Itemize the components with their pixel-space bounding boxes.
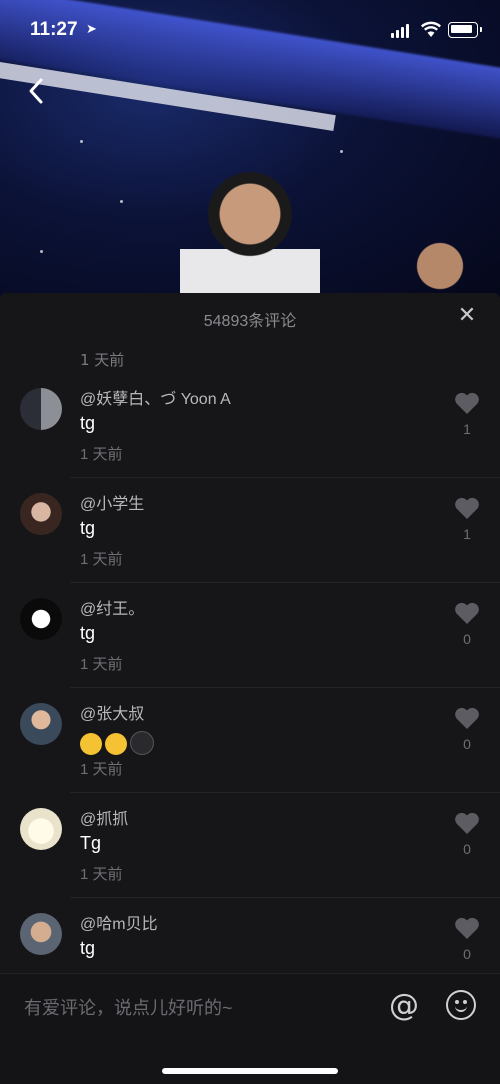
like-count: 1 <box>463 421 471 437</box>
location-arrow-icon: ➤ <box>86 22 97 37</box>
at-mention-icon[interactable]: @ <box>389 989 419 1023</box>
comment-text: Tg <box>80 833 102 853</box>
comment-item[interactable]: @小学生 tg 1 天前 1 <box>20 477 500 582</box>
comment-username[interactable]: @小学生 <box>80 490 144 514</box>
comment-item[interactable]: @张大叔 1 天前 0 <box>20 687 500 792</box>
star <box>340 150 343 153</box>
avatar[interactable] <box>20 598 62 640</box>
comment-input[interactable]: 有爱评论，说点儿好听的~ <box>24 994 233 1020</box>
comment-list: @妖孽白、づ Yoon A tg 1 天前 1 @小学生 tg 1 天前 1 @… <box>0 373 500 1002</box>
comment-username[interactable]: @抓抓 <box>80 805 128 829</box>
comment-text: tg <box>80 623 96 643</box>
star <box>80 140 83 143</box>
like-count: 0 <box>463 841 471 857</box>
back-chevron-icon[interactable] <box>24 76 48 106</box>
crying-emoji-icon <box>105 733 127 755</box>
comment-item[interactable]: @纣王。 tg 1 天前 0 <box>20 582 500 687</box>
battery-icon <box>448 22 482 38</box>
comment-time: 1 天前 <box>80 446 123 463</box>
heart-icon[interactable] <box>454 916 480 940</box>
cellular-signal-icon <box>391 24 409 38</box>
comment-time: 1 天前 <box>80 656 123 673</box>
wifi-icon <box>420 21 442 37</box>
previous-comment-time: 1 天前 <box>80 351 125 369</box>
star <box>120 200 123 203</box>
comment-text: tg <box>80 413 96 433</box>
star <box>40 250 43 253</box>
home-indicator[interactable] <box>162 1068 338 1074</box>
avatar[interactable] <box>20 493 62 535</box>
like-count: 0 <box>463 631 471 647</box>
heart-icon[interactable] <box>454 601 480 625</box>
avatar[interactable] <box>20 388 62 430</box>
heart-icon[interactable] <box>454 391 480 415</box>
like-count: 0 <box>463 946 471 962</box>
comment-item[interactable]: @妖孽白、づ Yoon A tg 1 天前 1 <box>20 373 500 477</box>
background-person-image <box>405 230 475 300</box>
avatar[interactable] <box>20 703 62 745</box>
comment-input-bar: 有爱评论，说点儿好听的~ @ <box>0 973 500 1084</box>
heart-icon[interactable] <box>454 496 480 520</box>
comment-time: 1 天前 <box>80 551 123 568</box>
like-count: 1 <box>463 526 471 542</box>
status-time: 11:27 <box>30 19 78 40</box>
heart-icon[interactable] <box>454 811 480 835</box>
close-icon[interactable]: ✕ <box>456 305 478 327</box>
sweat-emoji-icon <box>130 731 154 755</box>
comment-username[interactable]: @纣王。 <box>80 595 144 619</box>
comment-count-title: 54893条评论 <box>203 313 297 330</box>
comment-text: tg <box>80 938 96 958</box>
heart-eyes-emoji-icon <box>80 733 102 755</box>
comment-text: tg <box>80 518 96 538</box>
status-bar: 11:27 ➤ <box>0 0 500 60</box>
comment-time: 1 天前 <box>80 866 123 883</box>
performer-image <box>180 165 320 300</box>
comment-username[interactable]: @张大叔 <box>80 700 144 724</box>
comment-username[interactable]: @哈m贝比 <box>80 910 158 934</box>
heart-icon[interactable] <box>454 706 480 730</box>
comment-time: 1 天前 <box>80 761 123 778</box>
emoji-smile-icon[interactable] <box>446 990 476 1020</box>
comment-username[interactable]: @妖孽白、づ Yoon A <box>80 385 231 409</box>
comment-emoji-row <box>80 728 157 757</box>
comment-item[interactable]: @抓抓 Tg 1 天前 0 <box>20 792 500 897</box>
comments-panel: 54893条评论 ✕ 1 天前 @妖孽白、づ Yoon A tg 1 天前 1 … <box>0 293 500 1083</box>
avatar[interactable] <box>20 913 62 955</box>
like-count: 0 <box>463 736 471 752</box>
avatar[interactable] <box>20 808 62 850</box>
